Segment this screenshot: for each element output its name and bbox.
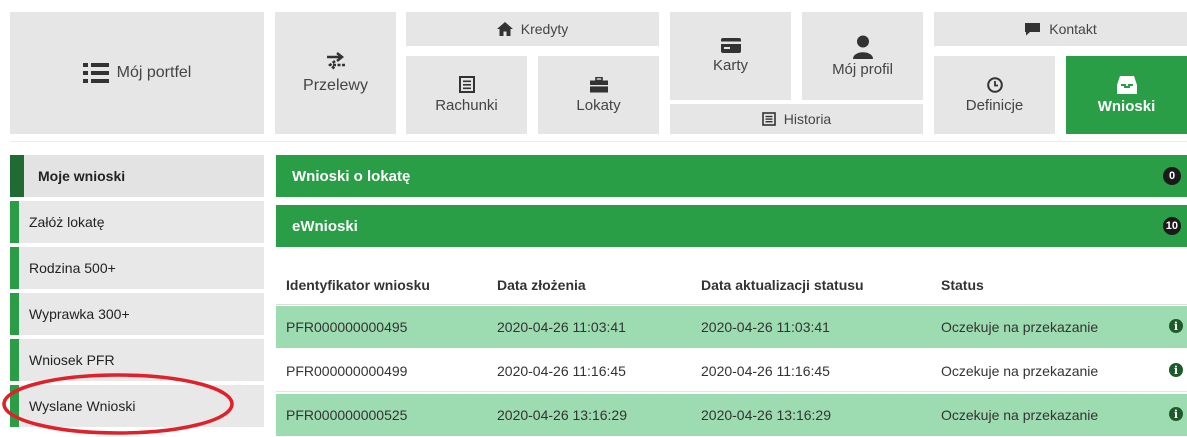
inbox-icon bbox=[1116, 75, 1137, 94]
sidebar-item-label: Wniosek PFR bbox=[29, 352, 115, 368]
briefcase-icon bbox=[589, 76, 608, 92]
card-icon bbox=[720, 38, 741, 53]
panel-title: Wnioski o lokatę bbox=[292, 167, 411, 185]
cell-status: Oczekuje na przekazanie bbox=[941, 319, 1099, 335]
cell-data-zlozenia: 2020-04-26 11:16:45 bbox=[497, 363, 626, 379]
clock-icon bbox=[986, 76, 1003, 93]
table-row[interactable]: PFR000000000495 2020-04-26 11:03:41 2020… bbox=[276, 306, 1187, 348]
panel-wnioski-o-lokate[interactable]: Wnioski o lokatę 0 bbox=[276, 155, 1187, 197]
cell-data-aktualizacji: 2020-04-26 11:03:41 bbox=[701, 319, 830, 335]
sidebar-item-wniosek-pfr[interactable]: Wniosek PFR bbox=[10, 339, 264, 381]
sidebar-item-label: Załóż lokatę bbox=[29, 214, 105, 230]
column-header-data-zlozenia: Data złożenia bbox=[497, 277, 586, 293]
sidebar-item-wyprawka-300[interactable]: Wyprawka 300+ bbox=[10, 293, 264, 335]
nav-rachunki-label: Rachunki bbox=[435, 97, 498, 114]
chat-icon bbox=[1025, 23, 1041, 36]
panel-title: eWnioski bbox=[292, 217, 358, 235]
history-list-icon bbox=[761, 112, 776, 126]
cell-identyfikator: PFR000000000525 bbox=[286, 407, 408, 423]
panel-ewnioski[interactable]: eWnioski 10 bbox=[276, 205, 1187, 247]
nav-definicje-label: Definicje bbox=[965, 96, 1024, 114]
sidebar-item-rodzina-500[interactable]: Rodzina 500+ bbox=[10, 247, 264, 289]
count-badge: 0 bbox=[1163, 167, 1181, 185]
nav-przelewy[interactable]: Przelewy bbox=[275, 12, 396, 134]
sidebar-item-label: Wyslane Wnioski bbox=[29, 398, 136, 414]
nav-kredyty[interactable]: Kredyty bbox=[406, 12, 659, 46]
cell-status: Oczekuje na przekazanie bbox=[941, 363, 1099, 379]
cell-status: Oczekuje na przekazanie bbox=[941, 407, 1099, 423]
table-row[interactable]: PFR000000000499 2020-04-26 11:16:45 2020… bbox=[276, 350, 1187, 392]
sidebar-item-zaloz-lokate[interactable]: Załóż lokatę bbox=[10, 201, 264, 243]
nav-historia[interactable]: Historia bbox=[670, 104, 923, 134]
sidebar-item-label: Moje wnioski bbox=[38, 168, 126, 184]
table-row[interactable]: PFR000000000525 2020-04-26 13:16:29 2020… bbox=[276, 394, 1187, 436]
sidebar-item-label: Rodzina 500+ bbox=[29, 260, 116, 276]
nav-wnioski[interactable]: Wnioski bbox=[1066, 56, 1187, 134]
nav-rachunki[interactable]: Rachunki bbox=[406, 56, 527, 134]
nav-lokaty-label: Lokaty bbox=[576, 96, 621, 114]
cell-data-aktualizacji: 2020-04-26 11:16:45 bbox=[701, 363, 830, 379]
list-icon bbox=[82, 63, 109, 83]
ledger-icon bbox=[458, 76, 475, 93]
nav-moj-profil[interactable]: Mój profil bbox=[802, 12, 923, 100]
nav-lokaty[interactable]: Lokaty bbox=[538, 56, 659, 134]
nav-moj-portfel-label: Mój portfel bbox=[116, 64, 192, 81]
count-badge: 10 bbox=[1162, 217, 1181, 235]
info-icon[interactable]: i bbox=[1169, 319, 1183, 333]
column-header-status: Status bbox=[941, 277, 984, 293]
cell-data-zlozenia: 2020-04-26 11:03:41 bbox=[497, 319, 626, 335]
nav-kontakt-label: Kontakt bbox=[1049, 21, 1097, 37]
sidebar-item-label: Wyprawka 300+ bbox=[29, 306, 130, 322]
user-icon bbox=[852, 35, 873, 59]
home-icon bbox=[496, 22, 513, 36]
table-header-divider bbox=[276, 304, 1187, 305]
cell-identyfikator: PFR000000000499 bbox=[286, 363, 408, 379]
transfer-arrows-icon bbox=[326, 52, 345, 70]
sidebar-item-moje-wnioski[interactable]: Moje wnioski bbox=[10, 155, 264, 197]
nav-definicje[interactable]: Definicje bbox=[934, 56, 1055, 134]
nav-karty[interactable]: Karty bbox=[670, 12, 791, 100]
sidebar-item-wyslane-wnioski[interactable]: Wyslane Wnioski bbox=[10, 385, 264, 427]
nav-moj-profil-label: Mój profil bbox=[832, 60, 893, 78]
info-icon[interactable]: i bbox=[1169, 407, 1183, 421]
nav-moj-portfel[interactable]: Mój portfel bbox=[10, 12, 264, 134]
nav-karty-label: Karty bbox=[712, 57, 748, 74]
nav-divider bbox=[10, 141, 1187, 142]
column-header-data-aktualizacji: Data aktualizacji statusu bbox=[701, 277, 864, 293]
nav-przelewy-label: Przelewy bbox=[303, 77, 368, 94]
cell-data-zlozenia: 2020-04-26 13:16:29 bbox=[497, 407, 627, 423]
nav-kredyty-label: Kredyty bbox=[520, 21, 569, 37]
nav-historia-label: Historia bbox=[783, 111, 832, 127]
column-header-identyfikator: Identyfikator wniosku bbox=[286, 277, 430, 293]
cell-identyfikator: PFR000000000495 bbox=[286, 319, 408, 335]
info-icon[interactable]: i bbox=[1169, 363, 1183, 377]
cell-data-aktualizacji: 2020-04-26 13:16:29 bbox=[701, 407, 831, 423]
nav-kontakt[interactable]: Kontakt bbox=[934, 12, 1187, 46]
nav-wnioski-label: Wnioski bbox=[1097, 97, 1156, 115]
